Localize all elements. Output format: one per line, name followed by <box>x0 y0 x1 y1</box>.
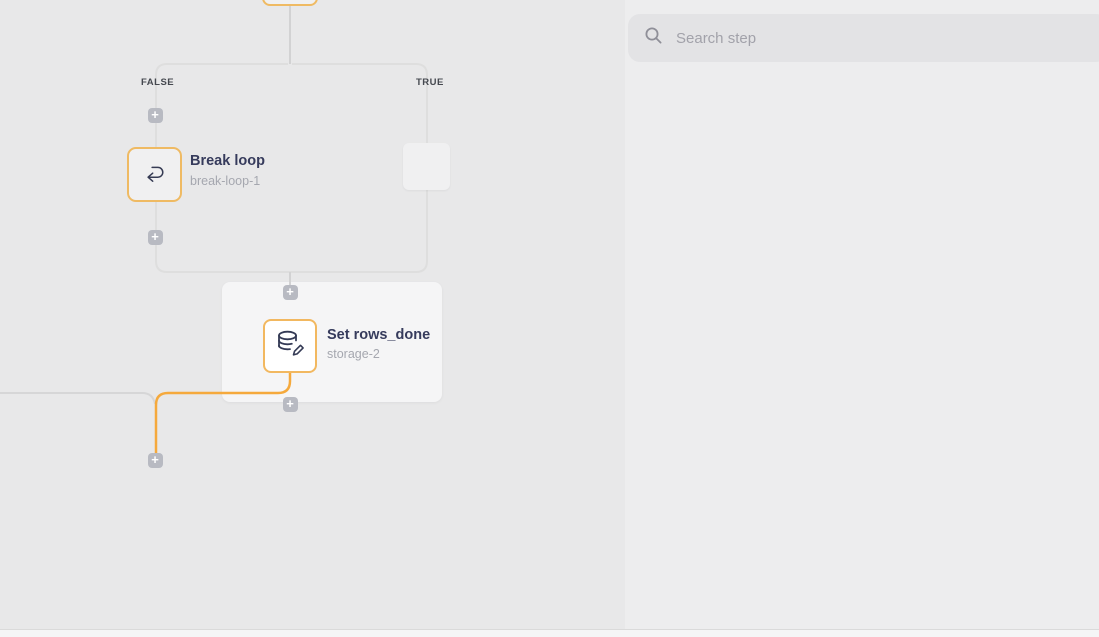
add-step-button[interactable]: + <box>148 453 163 468</box>
upstream-node[interactable] <box>262 0 318 6</box>
break-loop-icon <box>140 157 170 192</box>
set-rows-done-subtitle: storage-2 <box>327 347 380 361</box>
branch-true-label: TRUE <box>416 77 444 88</box>
set-rows-done-title: Set rows_done <box>327 327 430 343</box>
search-icon <box>644 26 663 50</box>
add-step-button[interactable]: + <box>283 397 298 412</box>
right-drawer-backdrop: Set rows_done (storage-2) ? Set Value De… <box>625 0 1099 637</box>
bottom-edge-strip <box>0 629 1099 637</box>
workflow-canvas[interactable]: FALSE TRUE + + + + + Break loop break-lo… <box>0 0 625 637</box>
break-loop-node[interactable] <box>127 147 182 202</box>
search-step-input[interactable] <box>676 30 976 47</box>
add-step-button[interactable]: + <box>148 230 163 245</box>
true-branch-placeholder-node[interactable] <box>403 143 450 190</box>
break-loop-title: Break loop <box>190 153 265 169</box>
set-rows-done-node[interactable] <box>263 319 317 373</box>
search-step-bar[interactable] <box>628 14 1099 62</box>
add-step-button[interactable]: + <box>148 108 163 123</box>
storage-pencil-icon <box>274 328 306 365</box>
branch-false-label: FALSE <box>141 77 174 88</box>
break-loop-subtitle: break-loop-1 <box>190 174 260 188</box>
workflow-app: FALSE TRUE + + + + + Break loop break-lo… <box>0 0 1099 637</box>
add-step-button[interactable]: + <box>283 285 298 300</box>
